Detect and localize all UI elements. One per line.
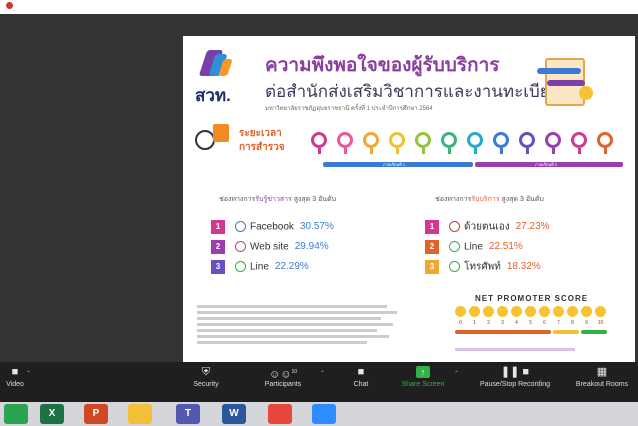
pin-icon: [571, 132, 589, 154]
service-channels-header: ช่องทางการรับบริการ สูงสุด 3 อันดับ: [435, 196, 544, 203]
os-taskbar: X P T W: [0, 402, 638, 426]
recording-indicator: [6, 2, 16, 9]
rank-badge: 2: [211, 240, 225, 254]
emoji-icon: [567, 306, 578, 317]
pause-stop-recording-button[interactable]: ❚❚ ■ Pause/Stop Recording: [470, 366, 560, 388]
period-label: ระยะเวลา: [239, 128, 282, 139]
pin-icon: [415, 132, 433, 154]
pin-icon: [337, 132, 355, 154]
calendar-icon: [213, 124, 229, 142]
chat-button[interactable]: ■ Chat: [346, 366, 376, 388]
teams-icon[interactable]: T: [176, 404, 200, 424]
share-screen-icon: ↑: [416, 366, 430, 378]
share-screen-button[interactable]: ↑ Share Screen ⌃: [398, 366, 459, 388]
taskbar-app-icon[interactable]: [4, 404, 28, 424]
line-icon: [235, 261, 246, 273]
excel-icon[interactable]: X: [40, 404, 64, 424]
detractors-bar: [455, 330, 551, 334]
book-logo-icon: [198, 50, 235, 80]
word-icon[interactable]: W: [222, 404, 246, 424]
pin-icon: [363, 132, 381, 154]
rank-badge: 3: [211, 260, 225, 274]
pin-icon: [493, 132, 511, 154]
powerpoint-icon[interactable]: P: [84, 404, 108, 424]
promoters-bar: [581, 330, 607, 334]
organization-logo: สวท.: [195, 50, 243, 109]
folder-icon[interactable]: [128, 404, 152, 424]
clock-icon: [195, 130, 215, 150]
list-item: Web site 29.94%: [235, 238, 329, 256]
nps-title: NET PROMOTER SCORE: [475, 294, 589, 303]
pause-stop-icon: ❚❚ ■: [500, 366, 530, 378]
chevron-up-icon[interactable]: ⌃: [454, 370, 459, 377]
rank-badge: 1: [211, 220, 225, 234]
survey-timeline: ภาคเรียนที่ 1 ภาคเรียนที่ 2: [323, 162, 623, 167]
line-icon: [449, 241, 460, 253]
summary-paragraph: [197, 302, 397, 347]
emoji-icon: [553, 306, 564, 317]
slide-title-line2: ต่อสำนักส่งเสริมวิชาการและงานทะเบียน: [265, 82, 562, 101]
rank-badge: 1: [425, 220, 439, 234]
slide-subtitle: มหาวิทยาลัยราชภัฏอุบลราชธานี ครั้งที่ 1 …: [265, 106, 433, 112]
emoji-icon: [469, 306, 480, 317]
shared-screen-area: สวท. ความพึงพอใจของผู้รับบริการ ต่อสำนัก…: [0, 14, 638, 362]
window-title-bar: [0, 0, 638, 14]
participants-count: 10: [291, 369, 298, 375]
pin-icon: [389, 132, 407, 154]
smiley-icon: [579, 86, 593, 100]
presentation-slide: สวท. ความพึงพอใจของผู้รับบริการ ต่อสำนัก…: [183, 36, 635, 362]
walk-in-icon: [449, 221, 460, 233]
emoji-icon: [497, 306, 508, 317]
breakout-rooms-icon: ▦: [596, 366, 608, 378]
facebook-icon: [235, 221, 246, 233]
chrome-icon[interactable]: [268, 404, 292, 424]
video-button[interactable]: ■ Video ⌃: [0, 366, 31, 388]
list-item: Facebook 30.57%: [235, 218, 334, 236]
emoji-icon: [595, 306, 606, 317]
pin-icon: [545, 132, 563, 154]
timeline-segment-1: ภาคเรียนที่ 1: [323, 162, 473, 167]
emoji-icon: [483, 306, 494, 317]
globe-icon: [235, 241, 246, 253]
pin-icon: [519, 132, 537, 154]
emoji-icon: [455, 306, 466, 317]
pin-icon: [467, 132, 485, 154]
participants-button[interactable]: ☺☺10 Participants ⌃: [258, 366, 325, 388]
emoji-icon: [511, 306, 522, 317]
pin-icon: [441, 132, 459, 154]
rank-badge: 2: [425, 240, 439, 254]
chevron-up-icon[interactable]: ⌃: [26, 370, 31, 377]
zoom-icon[interactable]: [312, 404, 336, 424]
emoji-icon: [525, 306, 536, 317]
emoji-icon: [539, 306, 550, 317]
list-item: ด้วยตนเอง 27.23%: [449, 218, 550, 236]
breakout-rooms-button[interactable]: ▦ Breakout Rooms: [568, 366, 636, 388]
rank-badge: 3: [425, 260, 439, 274]
pin-icon: [311, 132, 329, 154]
meeting-controls-toolbar: ■ Video ⌃ ⛨ Security ☺☺10 Participants ⌃…: [0, 362, 638, 402]
logo-text: สวท.: [195, 86, 231, 105]
emoji-icon: [581, 306, 592, 317]
phone-icon: [449, 261, 460, 273]
nps-footer: [455, 338, 575, 351]
survey-clipboard-icon: [537, 54, 597, 110]
passives-bar: [553, 330, 579, 334]
record-dot-icon: [6, 2, 13, 9]
news-channels-header: ช่องทางการรับรู้ข่าวสาร สูงสุด 3 อันดับ: [219, 196, 337, 203]
chevron-up-icon[interactable]: ⌃: [320, 370, 325, 377]
list-item: โทรศัพท์ 18.32%: [449, 258, 541, 276]
security-button[interactable]: ⛨ Security: [186, 366, 226, 388]
shield-icon: ⛨: [201, 366, 211, 378]
period-label-2: การสำรวจ: [239, 142, 285, 153]
slide-title: ความพึงพอใจของผู้รับบริการ: [265, 55, 500, 76]
list-item: Line 22.51%: [449, 238, 523, 256]
chat-icon: ■: [357, 366, 365, 378]
pin-icon: [597, 132, 615, 154]
list-item: Line 22.29%: [235, 258, 309, 276]
timeline-segment-2: ภาคเรียนที่ 2: [475, 162, 623, 167]
participants-icon: ☺☺10: [268, 368, 298, 381]
